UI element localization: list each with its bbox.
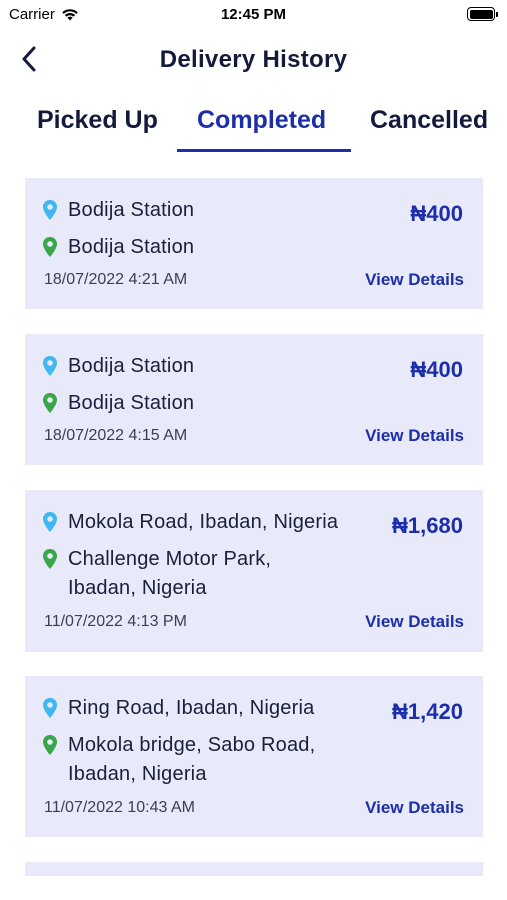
pickup-pin-icon [43,512,57,532]
delivery-price: ₦1,680 [392,513,463,538]
view-details-link[interactable]: View Details [365,270,464,290]
dropoff-pin-icon [43,735,57,755]
delivery-card[interactable]: Mokola Road, Ibadan, Nigeria Challenge M… [25,490,483,652]
active-tab-indicator [177,149,351,152]
delivery-date: 11/07/2022 4:13 PM [44,613,187,630]
dropoff-row: Mokola bridge, Sabo Road, Ibadan, Nigeria [42,731,315,789]
tab-picked-up[interactable]: Picked Up [37,106,158,135]
delivery-price: ₦400 [410,201,463,226]
delivery-date: 18/07/2022 4:15 AM [44,427,188,444]
clock: 12:45 PM [220,6,287,23]
dropoff-pin-icon [43,393,57,413]
tab-bar: Picked Up Completed Cancelled [0,100,507,156]
dropoff-pin-icon [43,237,57,257]
page-title: Delivery History [159,46,348,73]
tab-completed[interactable]: Completed [197,106,326,135]
dropoff-pin-icon [43,549,57,569]
dropoff-line-1: Mokola bridge, Sabo Road, [68,734,316,756]
delivery-card[interactable]: Ring Road, Ibadan, Nigeria Mokola bridge… [25,676,483,837]
dropoff-location: Bodija Station [68,236,195,258]
pickup-row: Bodija Station [42,352,194,381]
status-bar: Carrier 12:45 PM [0,0,507,30]
dropoff-line-1: Challenge Motor Park, [68,548,272,570]
delivery-price: ₦1,420 [392,699,463,724]
dropoff-row: Bodija Station [42,389,194,418]
delivery-card[interactable]: Bodija Station Bodija Station 18/07/2022… [25,178,483,309]
battery-icon [467,7,498,21]
delivery-date: 11/07/2022 10:43 AM [44,799,195,816]
pickup-pin-icon [43,698,57,718]
view-details-link[interactable]: View Details [365,612,464,632]
pickup-pin-icon [43,356,57,376]
pickup-location: Mokola Road, Ibadan, Nigeria [68,511,339,533]
pickup-row: Ring Road, Ibadan, Nigeria [42,694,314,723]
view-details-link[interactable]: View Details [365,798,464,818]
dropoff-row: Bodija Station [42,233,194,262]
pickup-location: Bodija Station [68,199,195,221]
delivery-date: 18/07/2022 4:21 AM [44,271,188,288]
dropoff-location: Mokola bridge, Sabo Road, Ibadan, Nigeria [68,731,315,789]
pickup-row: Bodija Station [42,196,194,225]
header: Delivery History [0,38,507,82]
dropoff-row: Challenge Motor Park, Ibadan, Nigeria [42,545,271,603]
pickup-pin-icon [43,200,57,220]
pickup-row: Mokola Road, Ibadan, Nigeria [42,508,338,537]
pickup-location: Bodija Station [68,355,195,377]
tab-cancelled[interactable]: Cancelled [370,106,488,135]
delivery-price: ₦400 [410,357,463,382]
delivery-card-partial[interactable] [25,862,483,876]
dropoff-location: Bodija Station [68,392,195,414]
dropoff-location: Challenge Motor Park, Ibadan, Nigeria [68,545,271,603]
pickup-location: Ring Road, Ibadan, Nigeria [68,697,315,719]
dropoff-line-2: Ibadan, Nigeria [68,763,207,785]
view-details-link[interactable]: View Details [365,426,464,446]
delivery-card[interactable]: Bodija Station Bodija Station 18/07/2022… [25,334,483,465]
dropoff-line-2: Ibadan, Nigeria [68,577,207,599]
